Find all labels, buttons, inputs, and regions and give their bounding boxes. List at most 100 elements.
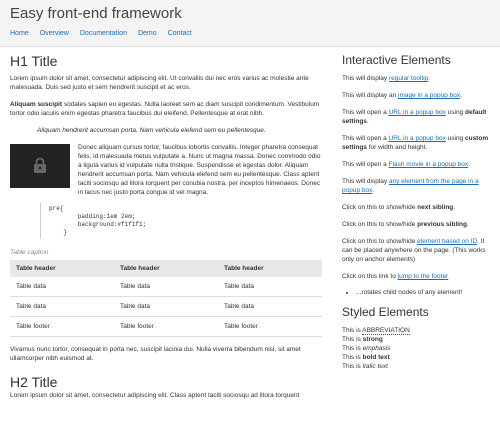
table-cell: Table footer xyxy=(218,316,322,337)
h2-paragraph: Lorem ipsum dolor sit amet, consectetur … xyxy=(10,392,300,399)
sidebar-text: . xyxy=(453,204,456,211)
sidebar-item: Click on this link to jump to the footer xyxy=(342,272,492,281)
styled-text: This is xyxy=(342,327,363,334)
styled-item: This is strong xyxy=(342,335,492,344)
table-cell: Table footer xyxy=(114,316,218,337)
sidebar-text: . xyxy=(467,221,469,228)
tooltip-link[interactable]: regular tooltip xyxy=(389,75,428,82)
italic-text: italic text xyxy=(362,363,388,370)
site-title: Easy front-end framework xyxy=(10,5,182,22)
sidebar-text: using xyxy=(445,135,465,142)
sidebar-item: This will display any element from the p… xyxy=(342,177,492,195)
table-caption: Table caption xyxy=(10,249,49,256)
sidebar: Interactive Elements This will display r… xyxy=(342,52,492,371)
sidebar-text: Click on this to show/hide xyxy=(342,238,418,245)
h1-title: H1 Title xyxy=(10,53,58,69)
sidebar-text: . xyxy=(468,161,470,168)
sidebar-text: This will display an xyxy=(342,92,398,99)
styled-list: This is ABBREVIATION This is strong This… xyxy=(342,326,492,371)
table-row: Table data Table data Table data xyxy=(10,277,322,297)
sidebar-item: This will open a URL in a popup box usin… xyxy=(342,108,492,126)
styled-text: This is xyxy=(342,336,363,343)
site-header: Easy front-end framework Home Overview Doc… xyxy=(0,0,500,47)
styled-item: This is bold text xyxy=(342,353,492,362)
second-paragraph: Aliquam suscipit sodales sapien eu egest… xyxy=(10,100,322,118)
sidebar-item: This will display an image in a popup bo… xyxy=(342,91,492,100)
table-cell: Table data xyxy=(218,277,322,297)
styled-text: This is xyxy=(342,363,363,370)
table-cell: Table data xyxy=(10,296,114,317)
main-content: H1 Title Lorem ipsum dolor sit amet, con… xyxy=(10,52,322,408)
closing-paragraph: Vivamus nunc tortor, consequat in porta … xyxy=(10,346,301,362)
toggle-next-sibling[interactable]: Click on this to show/hide next sibling. xyxy=(342,203,492,212)
list-item: ...rotates child nodes of any element! xyxy=(356,289,492,296)
sidebar-item: This will open a Flash movie in a popup … xyxy=(342,160,492,169)
jump-footer-link[interactable]: jump to the footer xyxy=(398,273,449,280)
table-cell: Table data xyxy=(218,296,322,317)
sidebar-text: for width and height. xyxy=(366,144,428,151)
nav-documentation[interactable]: Documentation xyxy=(80,30,127,37)
sidebar-text: . xyxy=(366,118,369,125)
main-nav: Home Overview Documentation Demo Contact xyxy=(10,30,203,37)
toggle-id-link[interactable]: element based on ID xyxy=(417,238,477,245)
nav-demo[interactable]: Demo xyxy=(138,30,157,37)
url-popup-custom-link[interactable]: URL in a popup box xyxy=(389,135,446,142)
flash-popup-link[interactable]: Flash movie in a popup box xyxy=(389,161,469,168)
rotate-list: ...rotates child nodes of any element! xyxy=(342,289,492,296)
image-popup-link[interactable]: image in a popup box xyxy=(398,92,460,99)
table-cell: Table data xyxy=(114,296,218,317)
paragraph-strong: Aliquam suscipit xyxy=(10,101,63,108)
sidebar-text: This will open a xyxy=(342,161,389,168)
sidebar-item: This will display regular tooltip. xyxy=(342,74,492,83)
abbreviation: ABBREVIATION xyxy=(362,327,410,335)
sidebar-text: . xyxy=(460,92,462,99)
sidebar-text: Click on this to show/hide xyxy=(342,204,418,211)
nav-contact[interactable]: Contact xyxy=(168,30,192,37)
table-header-row: Table header Table header Table header xyxy=(10,260,322,277)
styled-text: This is xyxy=(342,354,363,361)
table-cell: Table data xyxy=(10,277,114,297)
table-cell: Table data xyxy=(114,277,218,297)
sidebar-item: This will open a URL in a popup box usin… xyxy=(342,134,492,152)
sidebar-text: . xyxy=(372,187,375,194)
sidebar-text: Click on this link to xyxy=(342,273,398,280)
sidebar-text: using xyxy=(445,109,465,116)
nav-home[interactable]: Home xyxy=(10,30,29,37)
interactive-heading: Interactive Elements xyxy=(342,53,451,67)
table-header: Table header xyxy=(218,260,322,277)
sidebar-text: This will open a xyxy=(342,135,389,142)
toggle-previous-sibling[interactable]: Click on this to show/hide previous sibl… xyxy=(342,220,492,229)
table-cell: Table footer xyxy=(10,316,114,337)
table-footer-row: Table footer Table footer Table footer xyxy=(10,316,322,337)
styled-text: This is xyxy=(342,345,363,352)
code-block: pre{ padding:1em 2em; background:#f1f1f1… xyxy=(40,203,322,239)
bold-text: bold text xyxy=(362,354,390,361)
blockquote: Aliquam hendrerit accumsan porta. Nam ve… xyxy=(37,127,266,134)
h2-title: H2 Title xyxy=(10,374,58,390)
sidebar-strong: previous sibling xyxy=(417,221,467,228)
table-header: Table header xyxy=(114,260,218,277)
lock-image xyxy=(10,144,70,188)
data-table: Table header Table header Table header T… xyxy=(10,260,322,337)
intro-paragraph: Lorem ipsum dolor sit amet, consectetur … xyxy=(10,75,309,91)
sidebar-text: This will open a xyxy=(342,109,389,116)
table-header: Table header xyxy=(10,260,114,277)
styled-item: This is ABBREVIATION xyxy=(342,326,492,335)
styled-item: This is emphasis xyxy=(342,344,492,353)
styled-heading: Styled Elements xyxy=(342,305,429,319)
emphasis-text: emphasis xyxy=(362,345,391,352)
styled-item: This is italic text xyxy=(342,362,492,371)
strong-text: strong xyxy=(362,336,383,343)
media-block: Donec aliquam cursus tortor, faucibus lo… xyxy=(10,143,322,197)
media-text: Donec aliquam cursus tortor, faucibus lo… xyxy=(78,144,321,196)
lock-icon xyxy=(34,157,46,173)
nav-overview[interactable]: Overview xyxy=(40,30,69,37)
table-row: Table data Table data Table data xyxy=(10,296,322,317)
sidebar-text: Click on this to show/hide xyxy=(342,221,418,228)
sidebar-text: This will display xyxy=(342,75,389,82)
sidebar-strong: next sibling xyxy=(417,204,454,211)
sidebar-item: Click on this to show/hide element based… xyxy=(342,237,492,264)
url-popup-default-link[interactable]: URL in a popup box xyxy=(389,109,446,116)
sidebar-text: This will display xyxy=(342,178,389,185)
sidebar-text: . xyxy=(428,75,431,82)
